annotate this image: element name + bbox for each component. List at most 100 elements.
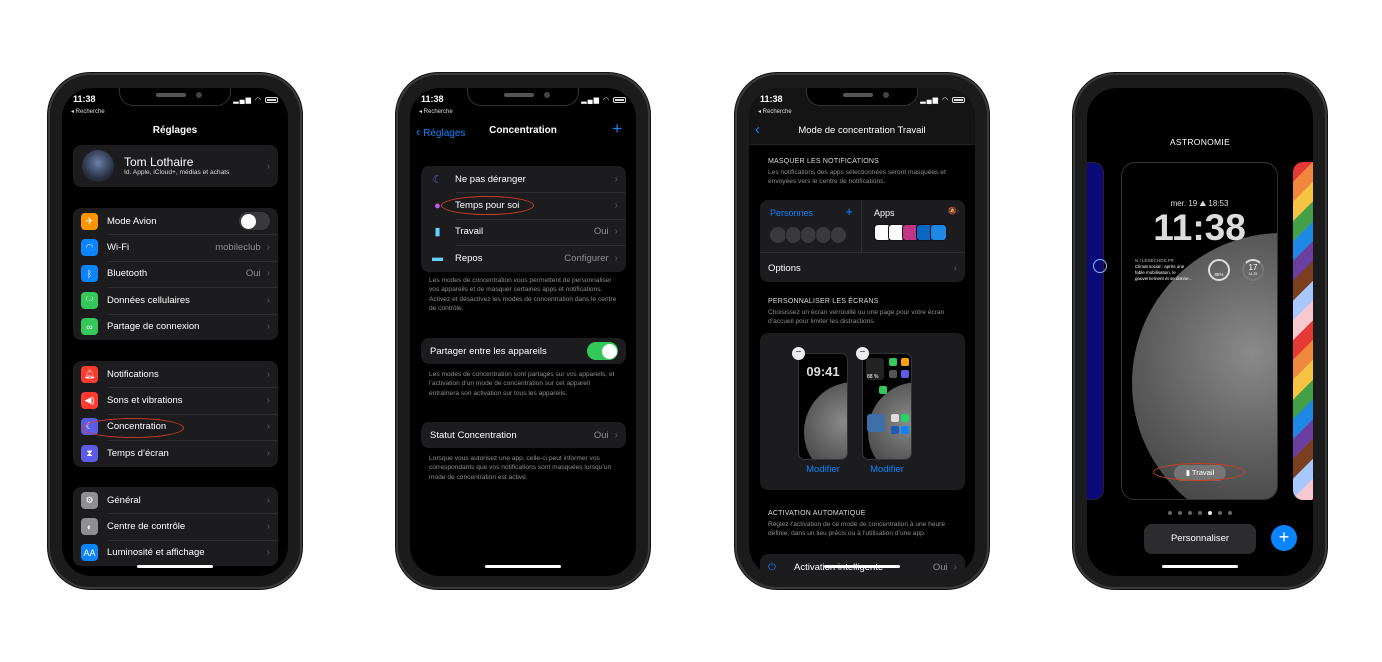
status-icons: ▂▄▆ ◠ [233,96,278,104]
battery-icon [613,97,626,104]
list-item-ne-pas-d-ranger[interactable]: ☾ Ne pas déranger › [421,166,626,192]
back-to-search[interactable]: ◂ Recherche [758,108,792,115]
news-headline: Climat social : après une fable mobilisa… [1135,264,1193,281]
highlight-circle [82,418,184,438]
chevron-right-icon: › [266,521,270,533]
notch [467,88,579,106]
highlight-circle [1153,463,1245,481]
modify-lock-screen-link[interactable]: Modifier [798,464,848,475]
battery-widget: 88% [1208,259,1230,281]
auto-activation-text: Réglez l’activation de ce mode de concen… [768,521,946,538]
remove-lock-screen-icon[interactable]: − [792,347,805,360]
chevron-right-icon: › [266,395,270,407]
lock-screen-preview[interactable]: 09:41 [798,353,848,460]
gear-icon: ⚙ [81,491,98,509]
people-section[interactable]: Personnes + [760,200,862,253]
item-value: Oui [245,268,261,280]
speaker-icon: ◀) [81,392,98,410]
current-wallpaper[interactable]: mer. 19 ⛰ 18:53 11:38 N I LESECHOS.FR Cl… [1121,162,1278,500]
page-dot[interactable] [1178,511,1182,515]
bell-slash-icon: 🔕› [947,208,959,215]
share-toggle[interactable] [587,342,618,361]
home-indicator[interactable] [485,565,561,568]
list-item-notifications[interactable]: 🔔︎ Notifications › [73,361,278,387]
item-value: mobileclub [215,242,261,254]
chevron-right-icon: › [614,429,618,441]
list-item-luminosit-et-affichage[interactable]: AA Luminosité et affichage › [73,539,278,566]
battery-icon [265,97,278,104]
apps-label: Apps [874,208,895,218]
list-item-sons-et-vibrations[interactable]: ◀) Sons et vibrations › [73,387,278,413]
back-to-search[interactable]: ◂ Recherche [419,108,453,115]
home-indicator[interactable] [137,565,213,568]
app-icons [874,224,947,241]
chevron-right-icon: › [953,262,957,274]
item-label: Luminosité et affichage [107,547,205,559]
chevron-right-icon: › [614,252,618,264]
status-time: 11:38 [421,94,444,104]
modify-home-screen-link[interactable]: Modifier [862,464,912,475]
status-icons: ▂▄▆ ◠ [920,96,965,104]
phone-concentration: 11:38 ◂ Recherche ▂▄▆ ◠ ‹ Réglages Conce… [396,73,650,589]
list-item-partage-de-connexion[interactable]: ∞ Partage de connexion › [73,313,278,340]
hourglass-icon: ⧗ [81,444,98,462]
back-to-search[interactable]: ◂ Recherche [71,108,105,115]
link-icon: ∞ [81,318,98,336]
focus-status-row[interactable]: Statut Concentration Oui › [421,422,626,449]
auto-activation-header: ACTIVATION AUTOMATIQUE [768,510,866,517]
app-icon [930,224,947,241]
item-label: Notifications [107,368,159,380]
list-item-centre-de-contr-le[interactable]: ◐ Centre de contrôle › [73,513,278,539]
page-dot[interactable] [1218,511,1222,515]
add-person-icon[interactable]: + [845,204,853,219]
options-row[interactable]: Options › [760,255,965,281]
toggle-switch[interactable] [239,212,270,231]
next-wallpaper[interactable] [1293,162,1313,500]
add-wallpaper-button[interactable]: + [1271,525,1297,551]
signal-icon: ▂▄▆ [581,97,600,104]
page-dot[interactable] [1208,511,1212,515]
page-dot[interactable] [1228,511,1232,515]
status-footer: Lorsque vous autorisez une app, celle-ci… [429,455,612,481]
item-label: Ne pas déranger [455,173,526,185]
list-item-bluetooth[interactable]: ᛒ Bluetooth Oui › [73,260,278,287]
home-indicator[interactable] [824,565,900,568]
page-dot[interactable] [1168,511,1172,515]
settings-group-notifications: 🔔︎ Notifications › ◀) Sons et vibrations › ☾ Co… [73,361,278,467]
customize-label: Personnaliser [1170,533,1230,544]
apps-section[interactable]: Apps 🔕› [862,200,965,253]
list-item-g-n-ral[interactable]: ⚙ Général › [73,487,278,513]
status-time: 11:38 [760,94,783,104]
hide-notifications-header: MASQUER LES NOTIFICATIONS [768,158,880,165]
avatar [82,150,114,182]
remove-home-screen-icon[interactable]: − [856,347,869,360]
profile-card[interactable]: Tom Lothaire Id. Apple, iCloud+, médias … [73,145,278,187]
item-label: Centre de contrôle [107,521,186,533]
previous-wallpaper[interactable] [1087,162,1107,500]
list-item-donn-es-cellulaires[interactable]: ⁽·⁾ Données cellulaires › [73,287,278,313]
home-screen-preview[interactable]: 88 % [862,353,912,460]
status-label: Statut Concentration [430,429,517,441]
home-indicator[interactable] [1162,565,1238,568]
list-item-temps-d-cran[interactable]: ⧗ Temps d’écran › [73,440,278,466]
list-item-mode-avion[interactable]: ✈ Mode Avion [73,208,278,234]
people-avatars [770,227,846,243]
customize-button[interactable]: Personnaliser [1144,524,1256,554]
chevron-right-icon: › [614,226,618,238]
concentration-screen: 11:38 ◂ Recherche ▂▄▆ ◠ ‹ Réglages Conce… [410,88,636,576]
list-item-repos[interactable]: ▬ Repos Configurer › [421,245,626,271]
chevron-right-icon: › [266,242,270,254]
page-title: Réglages [152,125,198,136]
temperature: 17 [1248,263,1258,272]
chevron-right-icon: › [266,268,270,280]
add-button[interactable]: + [612,119,622,139]
item-label: Repos [455,252,483,264]
page-dot[interactable] [1198,511,1202,515]
smart-activation-value: Oui [932,561,948,573]
list-item-wi-fi[interactable]: ◠ Wi-Fi mobileclub › [73,234,278,260]
list-item-travail[interactable]: ▮ Travail Oui › [421,218,626,245]
focus-modes-list: ☾ Ne pas déranger › ● Temps pour soi › ▮ Travai… [421,166,626,272]
page-dots[interactable] [1087,509,1313,515]
page-dot[interactable] [1188,511,1192,515]
item-value: Configurer [564,252,609,264]
